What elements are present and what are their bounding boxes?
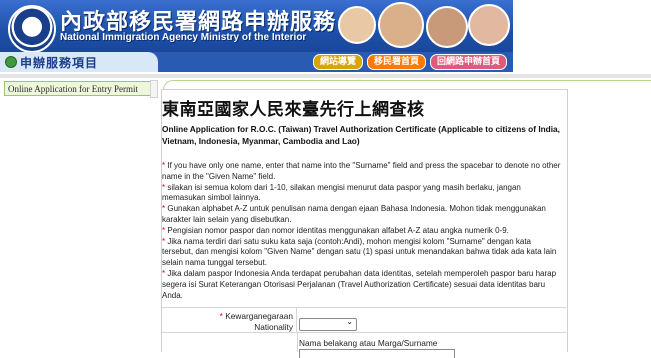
header-links: 網站導覽 移民署首頁 回網路申辦首頁 — [312, 54, 507, 70]
instruction-item: * Jika dalam paspor Indonesia Anda terda… — [162, 269, 562, 301]
instruction-text: If you have only one name, enter that na… — [162, 161, 561, 181]
instruction-text: silakan isi semua kolom dari 1-10, silak… — [162, 182, 521, 203]
page-title: 東南亞國家人民來臺先行上網查核 — [162, 100, 425, 120]
sidebar: Online Application for Entry Permit — [0, 78, 158, 351]
page-subtitle: Online Application for R.O.C. (Taiwan) T… — [162, 124, 560, 146]
nia-home-link[interactable]: 移民署首頁 — [366, 54, 426, 70]
required-asterisk: * — [162, 204, 166, 214]
agency-seal-logo — [8, 5, 56, 53]
instruction-text: Jika dalam paspor Indonesia Anda terdapa… — [162, 268, 557, 300]
online-service-home-link[interactable]: 回網路申辦首頁 — [429, 54, 507, 70]
surname-label: Nama belakang atau Marga/Surname — [299, 338, 438, 348]
required-asterisk: * — [219, 311, 223, 321]
instruction-item: * If you have only one name, enter that … — [162, 161, 562, 183]
sidebar-item-entry-permit[interactable]: Online Application for Entry Permit — [4, 81, 154, 96]
required-asterisk: * — [162, 182, 166, 192]
surname-row: Nama belakang atau Marga/Surname — [162, 332, 566, 358]
nationality-select[interactable]: ⌄ — [299, 317, 357, 331]
banner-photos — [290, 2, 510, 50]
required-asterisk: * — [162, 236, 166, 246]
service-menu-text: 申辦服務項目 — [20, 56, 99, 70]
nationality-label: * Kewarganegaraan Nationality — [162, 308, 297, 333]
required-asterisk: * — [162, 161, 166, 170]
required-asterisk: * — [162, 225, 166, 235]
instruction-item: * Pengisian nomor paspor dan nomor ident… — [162, 226, 562, 237]
banner-photo — [426, 6, 468, 48]
header-banner: 內政部移民署網路申辦服務 National Immigration Agency… — [0, 0, 513, 72]
nationality-row: * Kewarganegaraan Nationality ⌄ — [162, 307, 566, 333]
sidebar-collapse-handle[interactable] — [150, 80, 158, 98]
service-menu-label: 申辦服務項目 — [0, 52, 158, 72]
instructions: * If you have only one name, enter that … — [162, 161, 562, 301]
instruction-text: Jika nama terdiri dari satu suku kata sa… — [162, 236, 557, 268]
required-asterisk: * — [162, 268, 166, 278]
surname-label-cell — [162, 333, 298, 352]
sitemap-link[interactable]: 網站導覽 — [312, 54, 363, 70]
nationality-label-id: Kewarganegaraan — [225, 311, 293, 321]
chevron-down-icon: ⌄ — [346, 317, 353, 326]
instruction-text: Pengisian nomor paspor dan nomor identit… — [167, 225, 509, 235]
surname-input[interactable] — [299, 349, 455, 358]
instruction-item: * Jika nama terdiri dari satu suku kata … — [162, 237, 562, 269]
banner-photo — [338, 6, 376, 44]
bullet-icon — [5, 56, 17, 68]
instruction-item: * Gunakan alphabet A-Z untuk penulisan n… — [162, 204, 562, 226]
instruction-text: Gunakan alphabet A-Z untuk penulisan nam… — [162, 204, 546, 224]
site-title-en: National Immigration Agency Ministry of … — [60, 32, 307, 43]
instruction-item: * silakan isi semua kolom dari 1-10, sil… — [162, 183, 562, 205]
banner-photo — [468, 4, 510, 46]
nationality-label-en: Nationality — [254, 322, 293, 332]
banner-photo — [378, 2, 424, 48]
